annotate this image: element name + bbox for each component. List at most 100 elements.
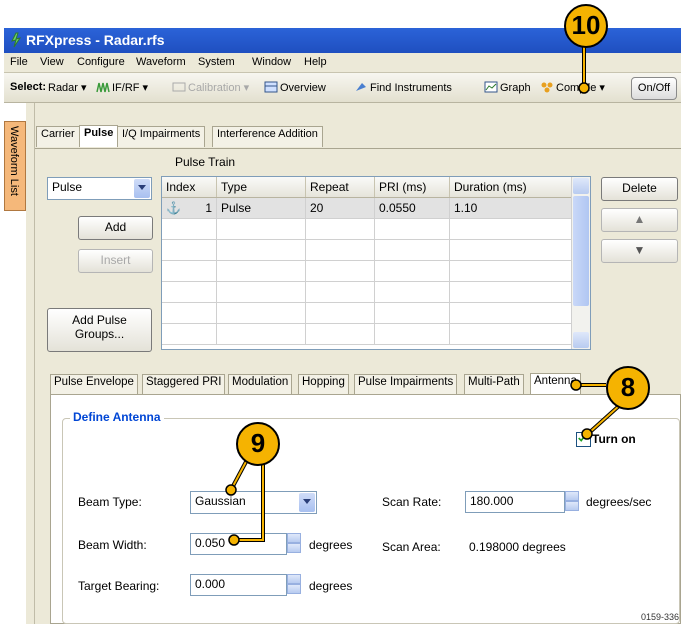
table-row[interactable] (162, 323, 572, 345)
beam-width-value: 0.050 (195, 536, 226, 550)
column-header-index[interactable]: Index (162, 177, 217, 198)
table-row[interactable] (162, 260, 572, 282)
target-bearing-spinner[interactable] (287, 574, 301, 594)
beam-width-spinner[interactable] (287, 533, 301, 553)
menu-help[interactable]: Help (304, 56, 327, 68)
tab-modulation[interactable]: Modulation (228, 374, 293, 395)
table-row[interactable]: ⚓ 1 Pulse 20 0.0550 1.10 (162, 197, 572, 219)
cell-type: Pulse (216, 197, 306, 219)
add-button[interactable]: Add (78, 216, 153, 240)
spin-up-icon[interactable] (287, 574, 301, 584)
menu-system[interactable]: System (198, 56, 235, 68)
top-tab-strip: Carrier Pulse I/Q Impairments Interferen… (35, 103, 681, 149)
delete-button[interactable]: Delete (601, 177, 678, 201)
table-header-row: Index Type Repeat PRI (ms) Duration (ms) (162, 177, 572, 198)
tab-multi-path[interactable]: Multi-Path (464, 374, 524, 395)
compile-icon (541, 82, 553, 93)
beam-type-label: Beam Type: (78, 495, 142, 509)
move-down-button[interactable]: ▼ (601, 239, 678, 263)
arrow-down-icon: ▼ (633, 243, 646, 257)
tab-hopping[interactable]: Hopping (298, 374, 349, 395)
scan-rate-label: Scan Rate: (382, 495, 442, 509)
tab-carrier[interactable]: Carrier (36, 126, 80, 147)
menu-file[interactable]: File (10, 56, 28, 68)
spin-down-icon[interactable] (287, 543, 301, 553)
move-up-button[interactable]: ▲ (601, 208, 678, 232)
waveform-list-tab[interactable]: Waveform List (4, 121, 26, 211)
scan-rate-input[interactable]: 180.000 (465, 491, 565, 513)
select-radar-dropdown[interactable]: Radar ▾ (48, 81, 87, 94)
beam-width-label: Beam Width: (78, 538, 147, 552)
beam-width-input[interactable]: 0.050 (190, 533, 287, 555)
column-header-duration[interactable]: Duration (ms) (449, 177, 572, 198)
spin-down-icon[interactable] (287, 584, 301, 594)
spin-down-icon[interactable] (565, 501, 579, 511)
overview-button[interactable]: Overview (264, 81, 326, 94)
scroll-up-icon[interactable] (573, 178, 589, 194)
pulse-train-table: Index Type Repeat PRI (ms) Duration (ms)… (161, 176, 591, 350)
tab-iq-impairments[interactable]: I/Q Impairments (117, 126, 206, 147)
menu-view[interactable]: View (40, 56, 64, 68)
pulse-type-select[interactable]: Pulse (47, 177, 152, 200)
scan-rate-unit: degrees/sec (586, 495, 652, 509)
toolbar: Select: Radar ▾ IF/RF ▾ Calibration ▾ Ov… (4, 73, 681, 103)
on-off-button[interactable]: On/Off (631, 77, 677, 100)
side-panel-strip (26, 103, 35, 624)
scroll-down-icon[interactable] (573, 332, 589, 348)
target-bearing-value: 0.000 (195, 577, 226, 591)
menu-configure[interactable]: Configure (77, 56, 125, 68)
turn-on-checkbox[interactable] (576, 432, 591, 447)
tab-pulse-envelope[interactable]: Pulse Envelope (50, 374, 138, 395)
graph-button[interactable]: Graph (484, 81, 531, 94)
calibration-icon (172, 82, 186, 92)
cell-duration: 1.10 (449, 197, 572, 219)
if-rf-icon (96, 82, 110, 93)
chevron-down-icon (299, 493, 315, 512)
table-row[interactable] (162, 239, 572, 261)
target-bearing-input[interactable]: 0.000 (190, 574, 287, 596)
callout-10: 10 (564, 4, 608, 48)
tab-pulse-impairments[interactable]: Pulse Impairments (354, 374, 458, 395)
insert-button[interactable]: Insert (78, 249, 153, 273)
if-rf-button[interactable]: IF/RF ▾ (96, 81, 148, 94)
scroll-thumb[interactable] (573, 196, 589, 306)
arrow-up-icon: ▲ (633, 212, 646, 226)
cell-repeat: 20 (305, 197, 375, 219)
cell-index-value: 1 (205, 201, 212, 215)
menu-bar: File View Configure Waveform System Wind… (4, 53, 681, 73)
anchor-icon: ⚓ (166, 201, 181, 215)
table-row[interactable] (162, 218, 572, 240)
table-row[interactable] (162, 302, 572, 324)
tab-pulse[interactable]: Pulse (79, 125, 119, 147)
column-header-pri[interactable]: PRI (ms) (374, 177, 450, 198)
add-pulse-groups-line1: Add Pulse (72, 313, 127, 327)
tab-antenna[interactable]: Antenna (530, 373, 581, 396)
callout-8: 8 (606, 366, 650, 410)
menu-window[interactable]: Window (252, 56, 291, 68)
tab-interference-addition[interactable]: Interference Addition (212, 126, 323, 147)
overview-icon (264, 81, 278, 93)
tab-staggered-pri[interactable]: Staggered PRI (142, 374, 226, 395)
menu-waveform[interactable]: Waveform (136, 56, 186, 68)
scan-rate-spinner[interactable] (565, 491, 579, 511)
calibration-label: Calibration (188, 82, 241, 94)
add-pulse-groups-button[interactable]: Add Pulse Groups... (47, 308, 152, 352)
beam-type-select[interactable]: Gaussian (190, 491, 317, 514)
graph-label: Graph (500, 82, 531, 94)
table-row[interactable] (162, 281, 572, 303)
waveform-list-label: Waveform List (8, 126, 20, 196)
cell-pri: 0.0550 (374, 197, 450, 219)
overview-label: Overview (280, 82, 326, 94)
find-instruments-button[interactable]: Find Instruments (354, 81, 452, 94)
compile-button[interactable]: Compile ▾ (540, 81, 605, 94)
column-header-type[interactable]: Type (216, 177, 306, 198)
target-bearing-label: Target Bearing: (78, 579, 160, 593)
spin-up-icon[interactable] (287, 533, 301, 543)
calibration-button[interactable]: Calibration ▾ (172, 81, 249, 94)
pulse-train-title: Pulse Train (175, 155, 236, 169)
table-scrollbar[interactable] (571, 177, 590, 349)
if-rf-label: IF/RF (112, 82, 140, 94)
beam-width-unit: degrees (309, 538, 353, 552)
spin-up-icon[interactable] (565, 491, 579, 501)
column-header-repeat[interactable]: Repeat (305, 177, 375, 198)
